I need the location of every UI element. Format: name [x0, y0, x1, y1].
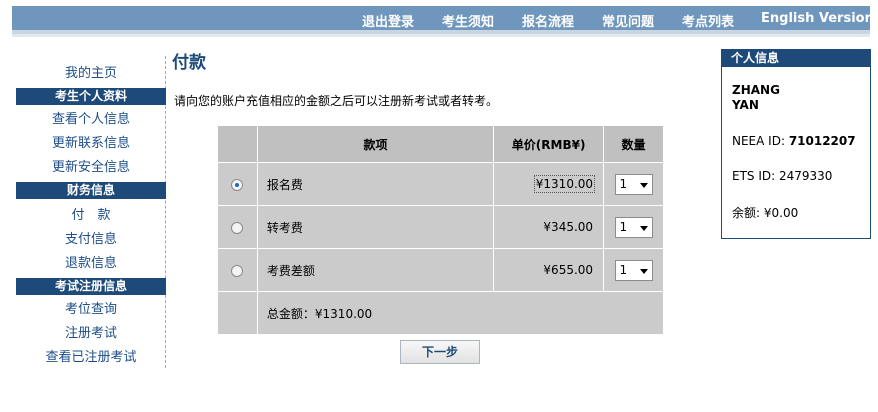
nav-faq[interactable]: 常见问题	[602, 11, 654, 30]
sidebar-section-finance: 财务信息	[16, 182, 166, 199]
row-price: ¥1310.00	[493, 162, 605, 206]
header-quantity: 数量	[603, 125, 664, 163]
candidate-first-name: YAN	[732, 98, 759, 112]
header-price: 单价(RMB¥)	[493, 125, 605, 163]
sidebar-payment[interactable]: 付 款	[16, 204, 166, 223]
candidate-last-name: ZHANG	[732, 83, 780, 97]
table-row: 转考费 ¥345.00 1	[217, 205, 664, 249]
next-step-button[interactable]: 下一步	[400, 340, 480, 364]
sidebar-update-contact[interactable]: 更新联系信息	[16, 132, 166, 151]
nav-registration-process[interactable]: 报名流程	[522, 11, 574, 30]
sidebar-section-profile: 考生个人资料	[16, 88, 166, 105]
total-spacer	[217, 291, 258, 335]
neea-id: NEEA ID: 71012207	[732, 134, 856, 148]
table-header-row: 款项 单价(RMB¥) 数量	[217, 125, 664, 163]
intro-text: 请向您的账户充值相应的金额之后可以注册新考试或者转考。	[174, 94, 499, 108]
qty-value: 1	[619, 176, 628, 191]
ets-id: ETS ID: 2479330	[732, 169, 833, 183]
neea-id-label: NEEA ID:	[732, 134, 789, 148]
info-box-title: 个人信息	[722, 50, 870, 67]
nav-test-center-list[interactable]: 考点列表	[682, 11, 734, 30]
chevron-down-icon	[639, 182, 648, 188]
total-amount: 总金额：¥1310.00	[256, 291, 665, 335]
personal-info-box: 个人信息 ZHANG YAN NEEA ID: 71012207 ETS ID:…	[721, 49, 871, 239]
row-item: 考费差额	[256, 248, 495, 292]
row-price: ¥655.00	[493, 248, 605, 292]
payment-table: 款项 单价(RMB¥) 数量 报名费 ¥1310.00 1 转考费 ¥345.0…	[217, 125, 665, 335]
registration-fee-radio[interactable]	[231, 178, 244, 191]
row-item: 转考费	[256, 205, 495, 249]
sidebar-section-exam: 考试注册信息	[16, 278, 166, 295]
sidebar-seat-search[interactable]: 考位查询	[16, 298, 166, 317]
row-qty-cell: 1	[603, 205, 664, 249]
top-nav-bar: 退出登录 考生须知 报名流程 常见问题 考点列表 English Version	[12, 6, 874, 34]
table-row: 报名费 ¥1310.00 1	[217, 162, 664, 206]
sidebar-home[interactable]: 我的主页	[16, 62, 166, 81]
neea-id-value: 71012207	[788, 134, 856, 148]
sidebar-payment-info[interactable]: 支付信息	[16, 228, 166, 247]
row-select-cell	[217, 162, 258, 206]
row-qty-cell: 1	[603, 162, 664, 206]
table-row: 考费差额 ¥655.00 1	[217, 248, 664, 292]
sidebar-refund-info[interactable]: 退款信息	[16, 252, 166, 271]
qty-value: 1	[619, 219, 628, 234]
sidebar-view-registered[interactable]: 查看已注册考试	[16, 346, 166, 365]
header-select	[217, 125, 258, 163]
row-select-cell	[217, 248, 258, 292]
fee-difference-radio[interactable]	[231, 264, 244, 277]
sidebar-view-profile[interactable]: 查看个人信息	[16, 108, 166, 127]
total-row: 总金额：¥1310.00	[217, 291, 665, 335]
nav-candidate-notice[interactable]: 考生须知	[442, 11, 494, 30]
reschedule-fee-radio[interactable]	[231, 221, 244, 234]
row-price-value: ¥1310.00	[533, 175, 596, 193]
registration-fee-qty-select[interactable]: 1	[614, 173, 653, 195]
chevron-down-icon	[639, 225, 648, 231]
row-item: 报名费	[256, 162, 495, 206]
nav-logout[interactable]: 退出登录	[362, 11, 414, 30]
row-select-cell	[217, 205, 258, 249]
nav-shadow	[12, 34, 870, 37]
account-balance: 余额: ¥0.00	[732, 206, 799, 220]
sidebar-update-security[interactable]: 更新安全信息	[16, 156, 166, 175]
row-price: ¥345.00	[493, 205, 605, 249]
reschedule-fee-qty-select[interactable]: 1	[614, 216, 653, 238]
row-qty-cell: 1	[603, 248, 664, 292]
header-item: 款项	[256, 125, 495, 163]
sidebar: 我的主页 考生个人资料 查看个人信息 更新联系信息 更新安全信息 财务信息 付 …	[16, 56, 166, 368]
page-title: 付款	[172, 53, 206, 73]
chevron-down-icon	[639, 268, 648, 274]
nav-english-version[interactable]: English Version	[761, 11, 874, 26]
fee-difference-qty-select[interactable]: 1	[614, 259, 653, 281]
sidebar-register-exam[interactable]: 注册考试	[16, 322, 166, 341]
qty-value: 1	[619, 262, 628, 277]
